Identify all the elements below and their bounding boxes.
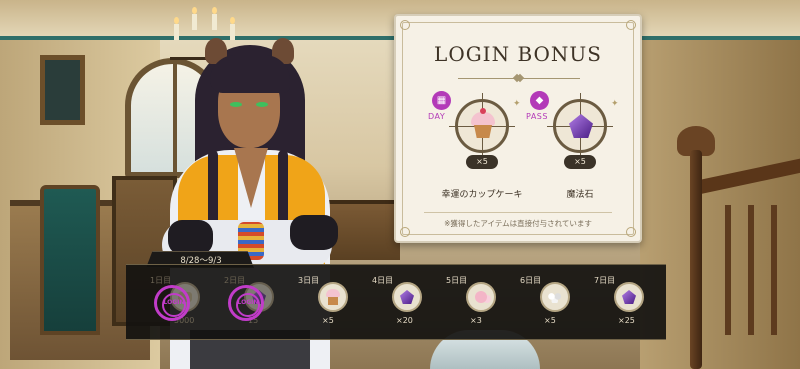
pass-tag: PASS <box>526 112 548 121</box>
calendar-day-7: 7日目 ×25 <box>578 265 650 341</box>
sparkle-icon: ✦ <box>611 99 619 109</box>
character-eye <box>230 102 242 107</box>
day-label: 7日目 <box>594 276 616 285</box>
character-eye <box>256 102 268 107</box>
character-glove <box>168 220 213 255</box>
cupcake-icon <box>469 108 497 140</box>
character-glove <box>290 215 338 250</box>
calendar-day-1: 1日目 LOGIN 5000 <box>134 265 206 341</box>
baluster <box>748 205 754 335</box>
gem-icon: ◆ <box>530 91 549 110</box>
picture-frame <box>40 55 85 125</box>
magic-stone-item-frame <box>547 93 613 159</box>
calendar-day-4: 4日目 ×20 <box>356 265 428 341</box>
magic-stone-item-icon <box>392 282 422 312</box>
calendar-day-5: 5日目 ×3 <box>430 265 502 341</box>
card-corner-ornament <box>626 20 636 30</box>
baluster <box>725 205 731 335</box>
day-quantity: ×20 <box>396 316 413 325</box>
day-label: 5日目 <box>446 276 468 285</box>
login-bonus-card: LOGIN BONUS ▦ DAY ✦ ×5 幸運のカップケーキ ◆ PASS … <box>394 14 642 243</box>
day-label: 6日目 <box>520 276 542 285</box>
title-divider <box>520 78 580 79</box>
magic-stone-icon <box>567 112 595 140</box>
calendar-icon: ▦ <box>432 91 451 110</box>
day-tag: DAY <box>428 112 446 121</box>
magic-stone-item-icon <box>614 282 644 312</box>
day-quantity: ×5 <box>544 316 556 325</box>
login-stamp-icon: LOGIN <box>154 285 190 321</box>
card-corner-ornament <box>400 20 410 30</box>
day-label: 3日目 <box>298 276 320 285</box>
pass-reward-quantity: ×5 <box>564 155 596 169</box>
login-calendar: 1日目 LOGIN 5000 2日目 LOGIN 15 3日目 ×5 4日目 ×… <box>126 264 666 340</box>
day-quantity: ×5 <box>322 316 334 325</box>
candy-item-icon <box>466 282 496 312</box>
delivery-note: ※獲得したアイテムは直接付与されています <box>444 219 592 228</box>
title-divider <box>458 78 518 79</box>
pearls-item-icon <box>540 282 570 312</box>
day-label: 4日目 <box>372 276 394 285</box>
calendar-day-6: 6日目 ×5 <box>504 265 576 341</box>
day-quantity: ×3 <box>470 316 482 325</box>
cupcake-item-frame <box>449 93 515 159</box>
character-bangs <box>210 55 290 93</box>
day-reward: ▦ DAY ✦ ×5 幸運のカップケーキ <box>418 91 528 211</box>
pass-reward: ◆ PASS ✦ ×5 魔法石 <box>516 91 626 211</box>
login-bonus-title: LOGIN BONUS <box>434 42 602 66</box>
teal-chair <box>40 185 100 335</box>
pass-reward-name: 魔法石 <box>566 190 594 200</box>
day-quantity: ×25 <box>618 316 635 325</box>
day-reward-quantity: ×5 <box>466 155 498 169</box>
login-stamp-icon: LOGIN <box>228 285 264 321</box>
newel-post <box>690 150 702 369</box>
cupcake-item-icon <box>318 282 348 312</box>
baluster <box>771 205 777 335</box>
calendar-day-3: 3日目 ×5 <box>282 265 354 341</box>
calendar-day-2: 2日目 LOGIN 15 <box>208 265 280 341</box>
note-divider <box>424 212 612 213</box>
